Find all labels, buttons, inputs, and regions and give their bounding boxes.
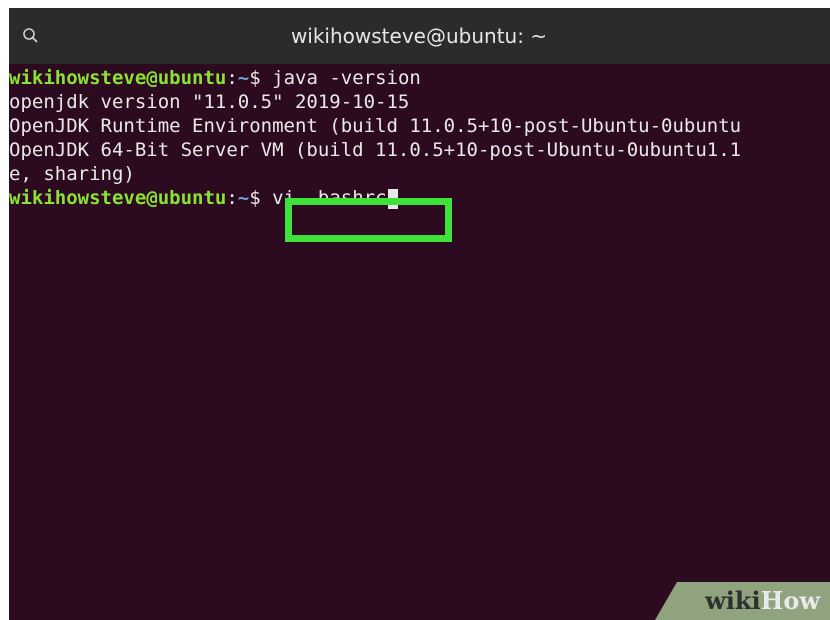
search-icon (23, 28, 38, 43)
prompt-path: ~ (237, 187, 250, 209)
terminal-line: OpenJDK 64-Bit Server VM (build 11.0.5+1… (9, 139, 742, 161)
terminal-line: OpenJDK Runtime Environment (build 11.0.… (9, 115, 742, 137)
window-title: wikihowsteve@ubuntu: ~ (290, 24, 548, 48)
terminal-output[interactable]: wikihowsteve@ubuntu:~$ java -version ope… (9, 64, 830, 620)
prompt-dollar: $ (249, 67, 273, 89)
screenshot-frame: wikihowsteve@ubuntu: ~ wikihowsteve@ubun… (0, 0, 830, 620)
prompt-separator: : (226, 67, 238, 89)
search-button[interactable] (17, 22, 45, 50)
terminal-line: wikihowsteve@ubuntu:~$ java -version (9, 66, 421, 90)
terminal-line: e, sharing) (9, 163, 135, 185)
watermark-how: How (760, 586, 820, 615)
terminal-window: wikihowsteve@ubuntu: ~ wikihowsteve@ubun… (9, 8, 830, 620)
prompt-dollar: $ (249, 187, 273, 209)
command-highlight-box (285, 198, 452, 242)
command-text: java -version (272, 67, 421, 89)
prompt-user: wikihowsteve@ubuntu (9, 67, 227, 89)
title-bar: wikihowsteve@ubuntu: ~ (9, 8, 830, 64)
terminal-line: openjdk version "11.0.5" 2019-10-15 (9, 91, 410, 113)
prompt-user: wikihowsteve@ubuntu (9, 187, 227, 209)
prompt-path: ~ (237, 67, 250, 89)
watermark-logo: wikiHow (705, 586, 820, 615)
wikihow-watermark: wikiHow (655, 582, 830, 620)
prompt-separator: : (226, 187, 238, 209)
watermark-wiki: wiki (705, 586, 761, 615)
